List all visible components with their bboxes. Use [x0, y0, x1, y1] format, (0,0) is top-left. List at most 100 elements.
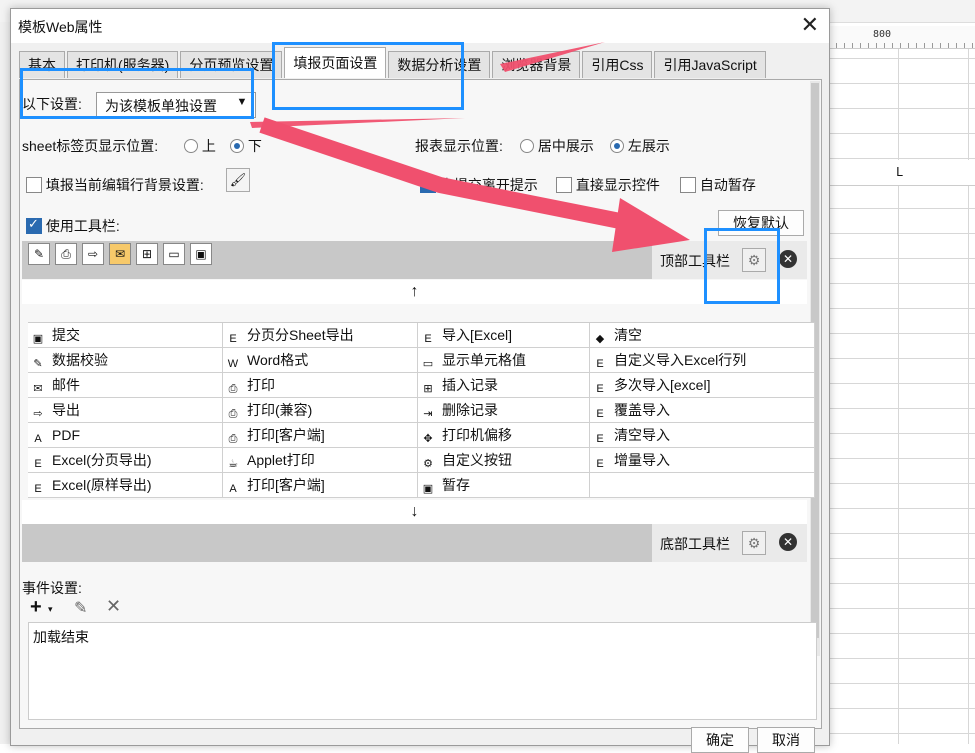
toolbar-grid-item[interactable]: E 导入[Excel]	[418, 323, 590, 348]
toolbar-grid-item-label: Excel(原样导出)	[52, 477, 152, 493]
toolbar-grid-item[interactable]: E Excel(分页导出)	[28, 448, 223, 473]
eraser-icon: ◆	[595, 333, 605, 345]
fill-bg-option[interactable]: 填报当前编辑行背景设置:	[26, 175, 204, 195]
direct-show-option[interactable]: 直接显示控件	[556, 175, 660, 195]
toolbar-grid-item[interactable]: ⎙ 打印	[223, 373, 418, 398]
excel-icon: E	[596, 358, 604, 370]
radio-top[interactable]	[184, 139, 198, 153]
toolbar-grid-item[interactable]: ☕ Applet打印	[223, 448, 418, 473]
report-pos-left[interactable]: 左展示	[610, 136, 670, 156]
tab-css[interactable]: 引用Css	[582, 51, 653, 78]
toolbar-grid-item[interactable]: E Excel(原样导出)	[28, 473, 223, 498]
toolbar-grid-item[interactable]: ⚙ 自定义按钮	[418, 448, 590, 473]
toolbar-grid-item[interactable]: A 打印[客户端]	[223, 473, 418, 498]
close-icon[interactable]: ✕	[801, 12, 819, 38]
toolbar-grid-item[interactable]: E 增量导入	[590, 448, 815, 473]
move-down-arrow[interactable]: ↓	[22, 500, 807, 524]
toolbar-grid-item[interactable]: ▭ 显示单元格值	[418, 348, 590, 373]
toolbar-grid-item[interactable]: A PDF	[28, 423, 223, 448]
ok-button[interactable]: 确定	[691, 727, 749, 753]
tab-browser-bg[interactable]: 浏览器背景	[492, 51, 581, 78]
toolbar-grid-item[interactable]: ⇨ 导出	[28, 398, 223, 423]
toolbar-grid-item-label: 清空	[614, 327, 642, 343]
remove-icon[interactable]: ✕	[779, 250, 797, 268]
toolbar-grid-item[interactable]: E 多次导入[excel]	[590, 373, 815, 398]
autosave-option[interactable]: 自动暂存	[680, 175, 756, 195]
radio-center[interactable]	[520, 139, 534, 153]
tab-fill-page[interactable]: 填报页面设置	[284, 47, 387, 78]
add-icon[interactable]: +	[30, 596, 42, 619]
delete-icon[interactable]: ✕	[106, 596, 121, 617]
toolbar-grid-item-label: Applet打印	[247, 452, 315, 468]
direct-show-checkbox[interactable]	[556, 177, 572, 193]
sheet-pos-bottom[interactable]: 下	[230, 136, 262, 156]
radio-bottom[interactable]	[230, 139, 244, 153]
use-toolbar-checkbox[interactable]	[26, 216, 42, 234]
toolbar-grid-item[interactable]: E 覆盖导入	[590, 398, 815, 423]
sheet-pos-label: sheet标签页显示位置:	[22, 138, 159, 154]
dialog-titlebar: 模板Web属性 ✕	[11, 9, 829, 43]
toolbar-grid-item[interactable]: ✥ 打印机偏移	[418, 423, 590, 448]
chevron-down-icon[interactable]: ▾	[48, 604, 53, 615]
toolbar-grid-item[interactable]: ◆ 清空	[590, 323, 815, 348]
toolbar-grid-item[interactable]: E 分页分Sheet导出	[223, 323, 418, 348]
toolbar-grid-item-label: 自定义导入Excel行列	[614, 352, 747, 368]
dialog-title: 模板Web属性	[18, 19, 103, 35]
pdf-icon: A	[229, 483, 237, 495]
gear-icon[interactable]: ⚙	[742, 531, 766, 555]
toolbar-grid-item-label: 导入[Excel]	[442, 327, 513, 343]
move-up-arrow[interactable]: ↑	[22, 280, 807, 304]
report-pos-center[interactable]: 居中展示	[520, 136, 594, 156]
toolbar-grid-item[interactable]: W Word格式	[223, 348, 418, 373]
use-toolbar-option[interactable]: 使用工具栏:	[26, 216, 120, 236]
excel-icon: E	[596, 383, 604, 395]
unsubmitted-checkbox[interactable]	[420, 175, 436, 193]
toolbar-grid-item[interactable]: ⎙ 打印[客户端]	[223, 423, 418, 448]
toolbar-grid-item-label: 插入记录	[442, 377, 498, 393]
edit-icon[interactable]: ✎	[74, 598, 87, 618]
toolbar-grid-item[interactable]: ⊞ 插入记录	[418, 373, 590, 398]
column-header[interactable]: L	[828, 160, 975, 186]
save-icon[interactable]: ▣	[190, 243, 212, 265]
toolbar-grid-item[interactable]: ✉ 邮件	[28, 373, 223, 398]
cancel-button[interactable]: 取消	[757, 727, 815, 753]
radio-left[interactable]	[610, 139, 624, 153]
toolbar-grid-item[interactable]: E 清空导入	[590, 423, 815, 448]
applet-icon: ☕	[228, 458, 238, 470]
excel-icon: E	[596, 433, 604, 445]
toolbar-grid-item[interactable]: ⎙ 打印(兼容)	[223, 398, 418, 423]
highlight-box	[20, 68, 254, 119]
insert-record-icon[interactable]: ⊞	[136, 243, 158, 265]
fill-page-settings-panel: 以下设置: 为该模板单独设置 ▼ sheet标签页显示位置: 上 下 报表显示位…	[19, 79, 822, 729]
unsubmitted-option[interactable]: 未提交离开提示	[420, 175, 538, 195]
mail-icon[interactable]: ✉	[109, 243, 131, 265]
toolbar-grid-item	[590, 473, 815, 498]
toolbar-grid-item-label: 删除记录	[442, 402, 498, 418]
validate-icon[interactable]: ✎	[28, 243, 50, 265]
direct-show-label: 直接显示控件	[575, 177, 660, 193]
fill-bg-checkbox[interactable]	[26, 177, 42, 193]
report-pos-left-label: 左展示	[627, 138, 670, 154]
toolbar-grid-item-label: 清空导入	[614, 427, 670, 443]
toolbar-grid-item[interactable]: ⇥ 删除记录	[418, 398, 590, 423]
excel-icon: E	[229, 333, 237, 345]
print-icon[interactable]: ⎙	[55, 243, 77, 265]
toolbar-grid-item-label: 打印(兼容)	[247, 402, 313, 418]
autosave-checkbox[interactable]	[680, 177, 696, 193]
paint-bucket-icon[interactable]: 🖌	[226, 168, 250, 192]
toolbar-grid-item[interactable]: E 自定义导入Excel行列	[590, 348, 815, 373]
row-header-strip	[0, 22, 10, 744]
ruler-label: 800	[873, 29, 892, 40]
toolbar-grid-item[interactable]: ▣ 暂存	[418, 473, 590, 498]
remove-icon[interactable]: ✕	[779, 533, 797, 551]
tab-javascript[interactable]: 引用JavaScript	[654, 51, 766, 78]
sheet-pos-top[interactable]: 上	[184, 136, 216, 156]
excel-icon: E	[596, 408, 604, 420]
export-icon[interactable]: ⇨	[82, 243, 104, 265]
show-cell-icon[interactable]: ▭	[163, 243, 185, 265]
events-list[interactable]: 加载结束	[28, 622, 817, 720]
insert-record-icon: ⊞	[423, 383, 433, 395]
toolbar-grid-item[interactable]: ✎ 数据校验	[28, 348, 223, 373]
toolbar-grid-item[interactable]: ▣ 提交	[28, 323, 223, 348]
event-item[interactable]: 加载结束	[33, 627, 89, 647]
